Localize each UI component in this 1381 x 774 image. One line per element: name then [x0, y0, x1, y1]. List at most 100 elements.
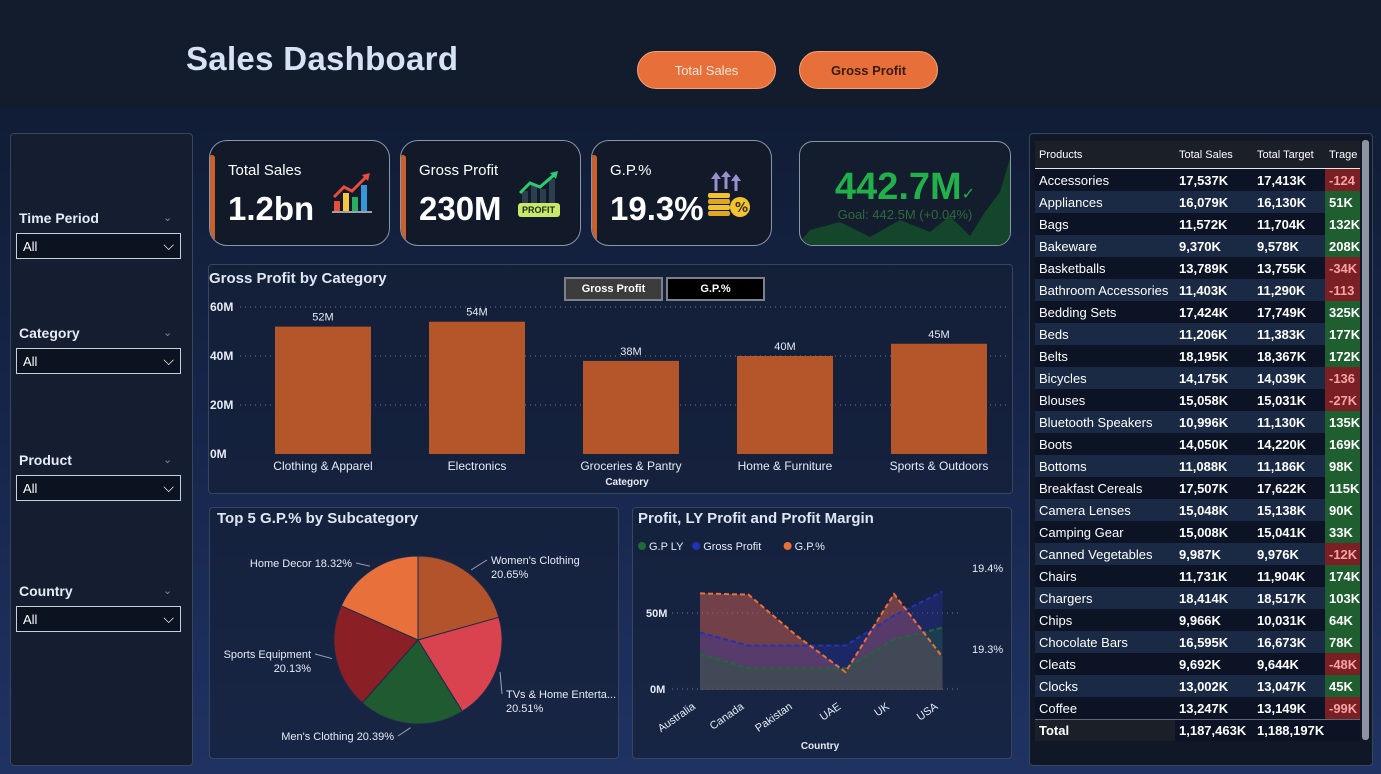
y-tick-label: 60M — [210, 300, 233, 314]
product-cell: Camping Gear — [1035, 521, 1175, 543]
chevron-down-icon[interactable]: ⌄ — [163, 326, 172, 339]
card-accent — [210, 155, 215, 245]
table-scrollbar[interactable] — [1362, 140, 1369, 740]
table-row[interactable]: Cleats 9,692K 9,644K -48K — [1035, 653, 1361, 675]
table-row[interactable]: Bluetooth Speakers 10,996K 11,130K 135K — [1035, 411, 1361, 433]
total-target-cell: 9,976K — [1253, 543, 1325, 565]
target-diff-cell: 208K — [1325, 235, 1361, 257]
chevron-down-icon[interactable]: ⌄ — [163, 211, 172, 224]
legend-label: G.P.% — [795, 541, 826, 553]
kpi-value: 1.2bn — [228, 190, 315, 227]
product-cell: Appliances — [1035, 191, 1175, 213]
dropdown-value: All — [23, 612, 38, 627]
col-header-target-diff[interactable]: Trage — [1325, 141, 1361, 169]
total-sales-button[interactable]: Total Sales — [637, 51, 776, 89]
x-tick-label: Australia — [656, 700, 699, 735]
col-header-products[interactable]: Products — [1035, 141, 1175, 169]
table-row[interactable]: Accessories 17,537K 17,413K -124 — [1035, 169, 1361, 191]
leader-line — [397, 727, 411, 737]
product-cell: Beds — [1035, 323, 1175, 345]
table-row[interactable]: Bicycles 14,175K 14,039K -136 — [1035, 367, 1361, 389]
chevron-down-icon[interactable]: ⌄ — [163, 584, 172, 597]
total-target-cell: 11,704K — [1253, 213, 1325, 235]
target-diff-cell: 90K — [1325, 499, 1361, 521]
total-diff-cell — [1325, 719, 1361, 741]
target-diff-cell: 45K — [1325, 675, 1361, 697]
total-target-cell: 18,367K — [1253, 345, 1325, 367]
table-row[interactable]: Blouses 15,058K 15,031K -27K — [1035, 389, 1361, 411]
product-cell: Coffee — [1035, 697, 1175, 719]
check-icon: ✓ — [961, 186, 976, 203]
profit-icon-label: PROFIT — [522, 205, 555, 215]
product-cell: Cleats — [1035, 653, 1175, 675]
target-diff-cell: -99K — [1325, 697, 1361, 719]
target-diff-cell: 172K — [1325, 345, 1361, 367]
total-target-cell: 15,138K — [1253, 499, 1325, 521]
target-diff-cell: -136 — [1325, 367, 1361, 389]
kpi-label: Total Sales — [228, 162, 302, 179]
total-target-cell: 14,220K — [1253, 433, 1325, 455]
product-dropdown[interactable]: All ⌵ — [16, 475, 181, 501]
target-diff-cell: 115K — [1325, 477, 1361, 499]
table-total-row: Total 1,187,463K 1,188,197K — [1035, 719, 1361, 741]
total-sales-cell: 17,424K — [1175, 301, 1253, 323]
total-sales-cell: 16,079K — [1175, 191, 1253, 213]
table-row[interactable]: Camping Gear 15,008K 15,041K 33K — [1035, 521, 1361, 543]
legend-label: Gross Profit — [703, 541, 761, 553]
product-cell: Basketballs — [1035, 257, 1175, 279]
table-row[interactable]: Beds 11,206K 11,383K 177K — [1035, 323, 1361, 345]
gross-profit-button[interactable]: Gross Profit — [799, 51, 938, 89]
total-sales-cell: 15,008K — [1175, 521, 1253, 543]
category-dropdown[interactable]: All ⌵ — [16, 348, 181, 374]
target-diff-cell: 64K — [1325, 609, 1361, 631]
total-target-cell: 14,039K — [1253, 367, 1325, 389]
table-row[interactable]: Boots 14,050K 14,220K 169K — [1035, 433, 1361, 455]
total-target-cell: 10,031K — [1253, 609, 1325, 631]
product-cell: Bicycles — [1035, 367, 1175, 389]
col-header-total-target[interactable]: Total Target — [1253, 141, 1325, 169]
table-row[interactable]: Bedding Sets 17,424K 17,749K 325K — [1035, 301, 1361, 323]
total-sales-cell: 16,595K — [1175, 631, 1253, 653]
col-header-total-sales[interactable]: Total Sales — [1175, 141, 1253, 169]
total-sales-cell: 17,507K — [1175, 477, 1253, 499]
total-sales-cell: 11,403K — [1175, 279, 1253, 301]
table-row[interactable]: Bottoms 11,088K 11,186K 98K — [1035, 455, 1361, 477]
bar — [429, 321, 525, 454]
table-row[interactable]: Chips 9,966K 10,031K 64K — [1035, 609, 1361, 631]
kpi-goal-card: 442.7M✓ Goal: 442.5M (+0.04%) — [799, 141, 1011, 246]
total-sales-cell: 13,789K — [1175, 257, 1253, 279]
table-row[interactable]: Clocks 13,002K 13,047K 45K — [1035, 675, 1361, 697]
pie-chart: Women's Clothing 20.65% TVs & Home Enterta… — [224, 555, 616, 743]
time-period-dropdown[interactable]: All ⌵ — [16, 233, 181, 259]
card-accent — [401, 155, 406, 245]
target-diff-cell: 325K — [1325, 301, 1361, 323]
product-cell: Bags — [1035, 213, 1175, 235]
product-cell: Blouses — [1035, 389, 1175, 411]
target-diff-cell: 98K — [1325, 455, 1361, 477]
total-sales-cell: 14,050K — [1175, 433, 1253, 455]
chevron-down-icon[interactable]: ⌄ — [163, 453, 172, 466]
table-row[interactable]: Bags 11,572K 11,704K 132K — [1035, 213, 1361, 235]
table-row[interactable]: Belts 18,195K 18,367K 172K — [1035, 345, 1361, 367]
total-sales-cell: 18,414K — [1175, 587, 1253, 609]
table-row[interactable]: Breakfast Cereals 17,507K 17,622K 115K — [1035, 477, 1361, 499]
country-dropdown[interactable]: All ⌵ — [16, 606, 181, 632]
table-row[interactable]: Camera Lenses 15,048K 15,138K 90K — [1035, 499, 1361, 521]
table-row[interactable]: Chocolate Bars 16,595K 16,673K 78K — [1035, 631, 1361, 653]
product-cell: Accessories — [1035, 169, 1175, 191]
table-row[interactable]: Chargers 18,414K 18,517K 103K — [1035, 587, 1361, 609]
table-row[interactable]: Canned Vegetables 9,987K 9,976K -12K — [1035, 543, 1361, 565]
x-tick-label: UAE — [818, 701, 843, 724]
target-diff-cell: 51K — [1325, 191, 1361, 213]
table-row[interactable]: Basketballs 13,789K 13,755K -34K — [1035, 257, 1361, 279]
table-row[interactable]: Bakeware 9,370K 9,578K 208K — [1035, 235, 1361, 257]
table-row[interactable]: Chairs 11,731K 11,904K 174K — [1035, 565, 1361, 587]
chevron-down-icon: ⌵ — [163, 610, 174, 626]
table-row[interactable]: Appliances 16,079K 16,130K 51K — [1035, 191, 1361, 213]
leader-line — [470, 559, 488, 571]
total-target-cell: 13,149K — [1253, 697, 1325, 719]
bar-chart-icon — [332, 173, 372, 213]
table-row[interactable]: Bathroom Accessories 11,403K 11,290K -113 — [1035, 279, 1361, 301]
product-cell: Breakfast Cereals — [1035, 477, 1175, 499]
table-row[interactable]: Coffee 13,247K 13,149K -99K — [1035, 697, 1361, 719]
